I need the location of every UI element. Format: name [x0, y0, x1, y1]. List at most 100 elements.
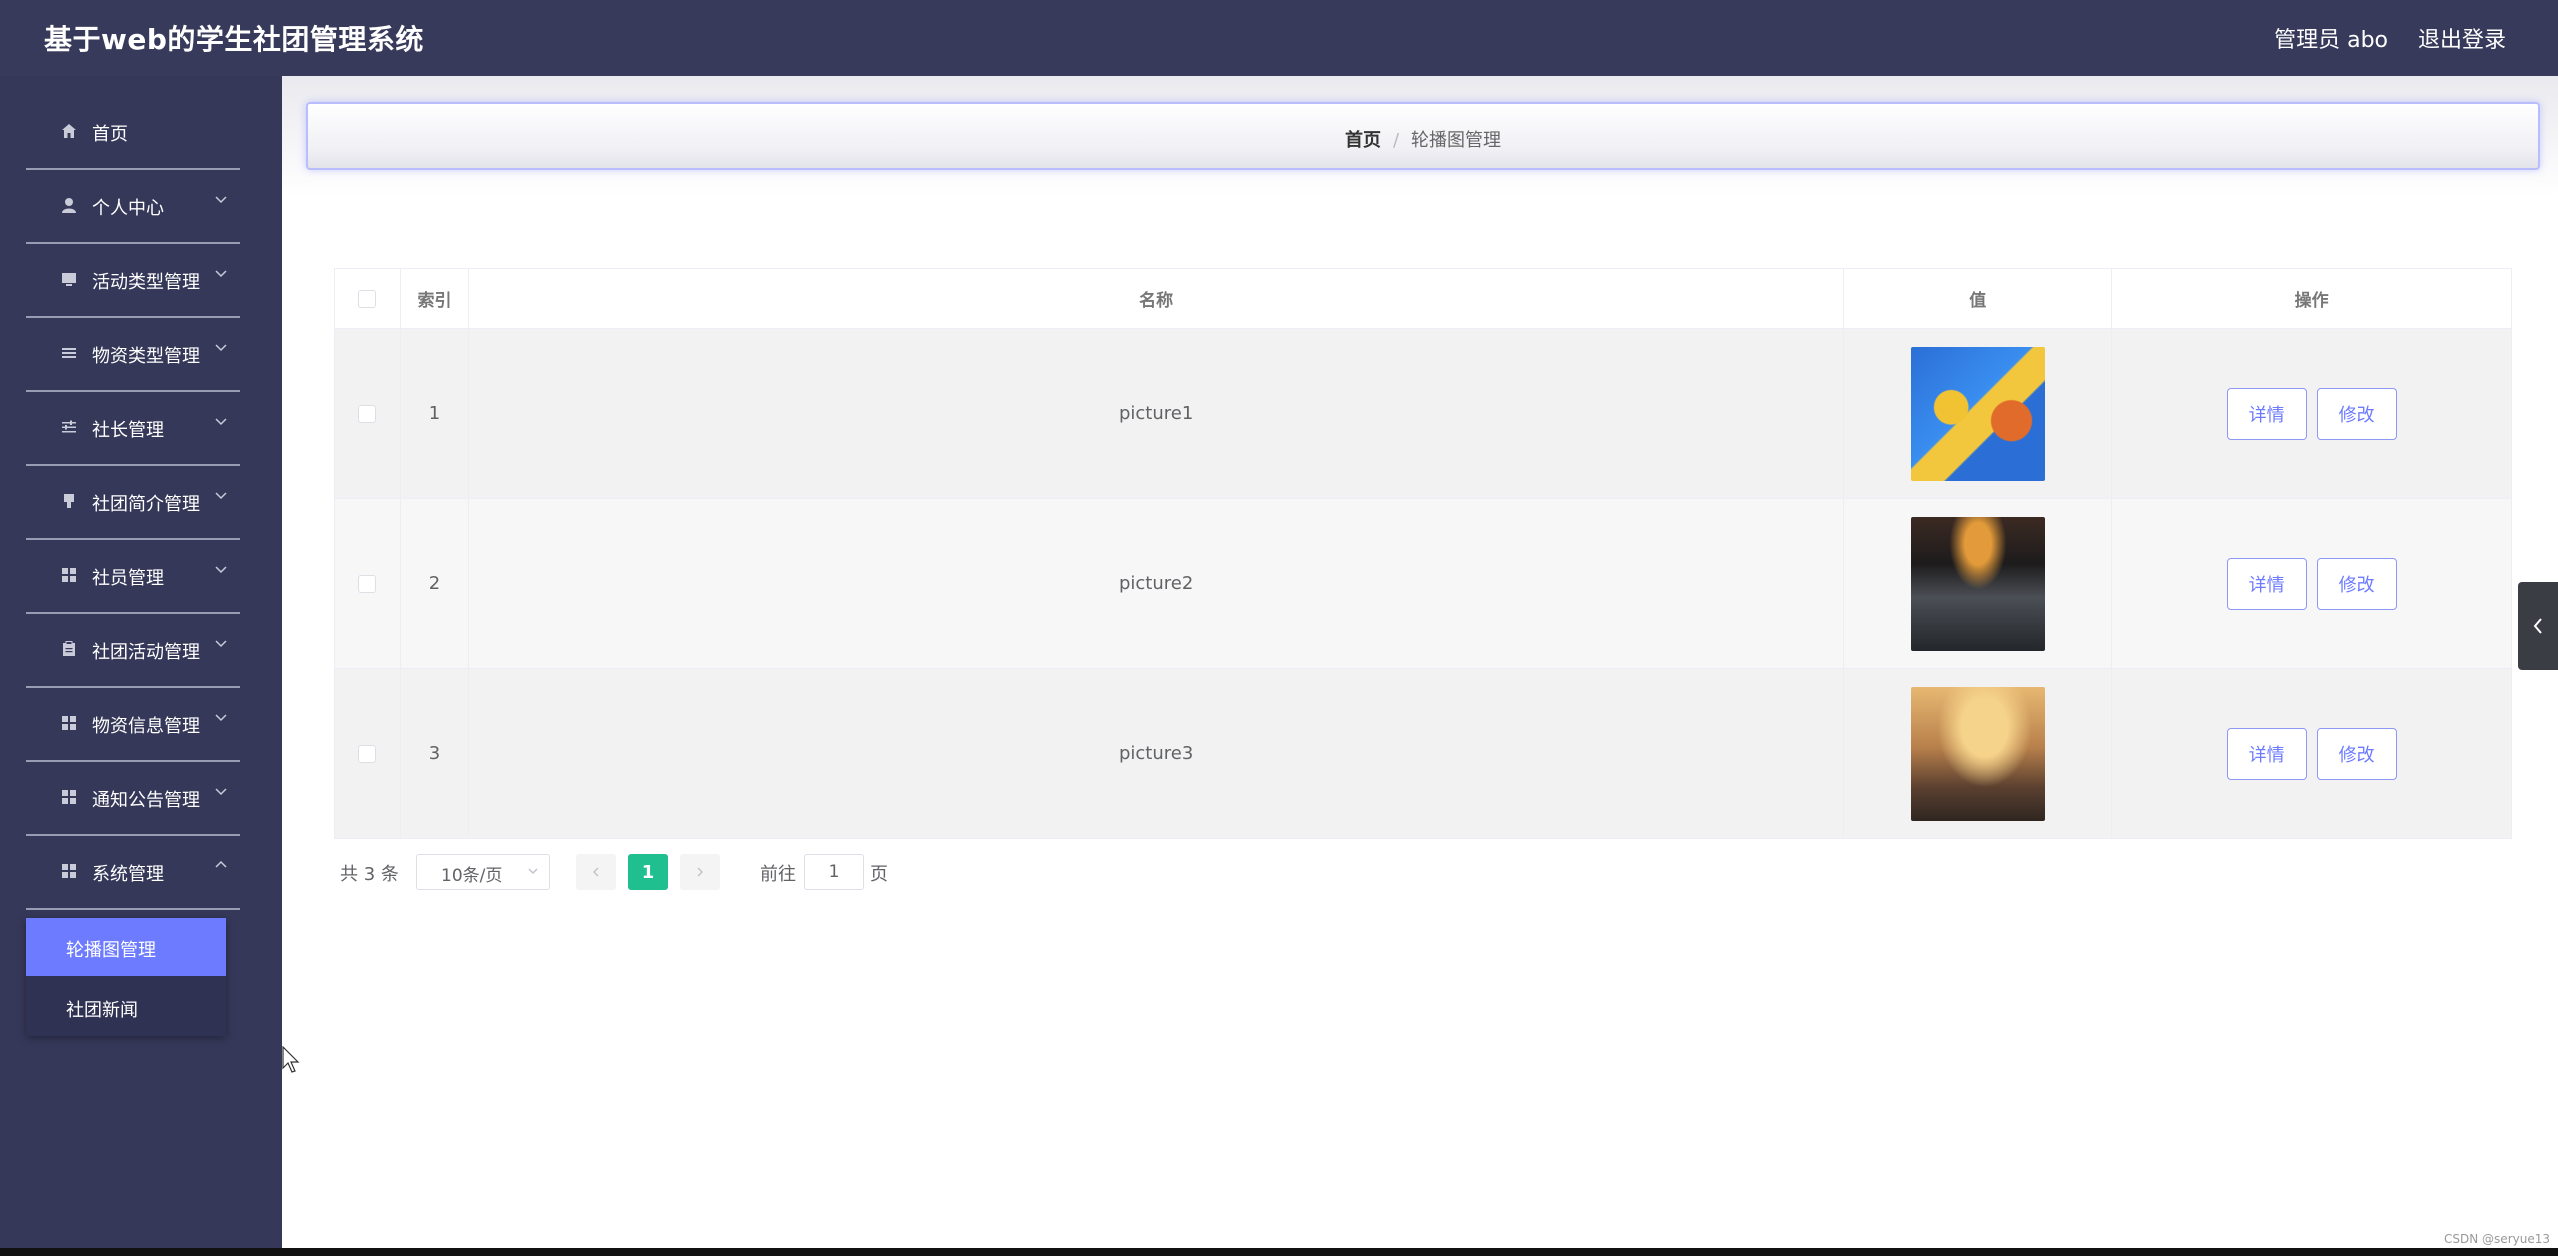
- sidebar-item-label: 物资信息管理: [92, 716, 200, 737]
- row-ops: 详情 修改: [2112, 499, 2512, 669]
- page-number-button[interactable]: 1: [628, 854, 668, 890]
- logout-link[interactable]: 退出登录: [2418, 22, 2506, 54]
- sidebar-item-president[interactable]: 社长管理: [26, 392, 240, 466]
- row-checkbox[interactable]: [358, 404, 377, 423]
- chevron-down-icon: [215, 344, 227, 352]
- table-header: 索引 名称 值 操作: [335, 269, 2512, 329]
- select-all-checkbox[interactable]: [358, 289, 377, 308]
- submenu-item-club-news[interactable]: 社团新闻: [26, 978, 226, 1036]
- row-value-cell: [1844, 499, 2113, 669]
- goto-label: 前往: [760, 864, 796, 885]
- home-icon: [60, 122, 78, 140]
- grid-icon: [60, 788, 78, 806]
- chevron-down-icon: [215, 714, 227, 722]
- submenu-item-carousel[interactable]: 轮播图管理: [26, 918, 226, 976]
- carousel-thumbnail[interactable]: [1910, 346, 2045, 481]
- carousel-table: 索引 名称 值 操作 1 picture1 详情 修改 2 picture2 详…: [334, 268, 2512, 839]
- sidebar-item-club-intro[interactable]: 社团简介管理: [26, 466, 240, 540]
- watermark: CSDN @seryue13: [2444, 1232, 2550, 1246]
- row-checkbox-cell: [335, 669, 401, 839]
- user-icon: [60, 196, 78, 214]
- system-submenu: 轮播图管理 社团新闻: [26, 918, 226, 1036]
- breadcrumb-home[interactable]: 首页: [1345, 130, 1381, 151]
- sidebar-item-club-activity[interactable]: 社团活动管理: [26, 614, 240, 688]
- edit-button[interactable]: 修改: [2316, 557, 2397, 610]
- pagination-total: 共 3 条: [340, 864, 399, 885]
- chevron-down-icon: [215, 788, 227, 796]
- chevron-down-icon: [215, 418, 227, 426]
- sidebar-item-label: 首页: [92, 124, 128, 145]
- breadcrumb-card: 首页 / 轮播图管理: [306, 102, 2540, 170]
- sidebar-item-label: 活动类型管理: [92, 272, 200, 293]
- row-index: 1: [400, 329, 469, 499]
- marker-icon: [60, 492, 78, 510]
- row-checkbox-cell: [335, 329, 401, 499]
- app-title: 基于web的学生社团管理系统: [44, 23, 424, 56]
- side-panel-toggle[interactable]: [2518, 582, 2558, 670]
- goto-page-input[interactable]: [804, 854, 864, 890]
- header-ops: 操作: [2112, 269, 2512, 329]
- prev-page-button[interactable]: [576, 854, 616, 890]
- sidebar-item-label: 物资类型管理: [92, 346, 200, 367]
- header-name: 名称: [468, 269, 1845, 329]
- chevron-down-icon: [215, 270, 227, 278]
- edit-button[interactable]: 修改: [2316, 387, 2397, 440]
- carousel-thumbnail[interactable]: [1910, 516, 2045, 651]
- sidebar-item-personal-center[interactable]: 个人中心: [26, 170, 240, 244]
- submenu-item-label: 轮播图管理: [66, 940, 156, 961]
- page-size-value: 10条/页: [441, 866, 503, 886]
- row-ops: 详情 修改: [2112, 329, 2512, 499]
- row-checkbox[interactable]: [358, 574, 377, 593]
- table-row: 3 picture3 详情 修改: [335, 669, 2512, 839]
- row-value-cell: [1844, 669, 2113, 839]
- sidebar-item-system[interactable]: 系统管理: [26, 836, 240, 910]
- detail-button[interactable]: 详情: [2226, 387, 2307, 440]
- row-index: 2: [400, 499, 469, 669]
- grid-icon: [60, 714, 78, 732]
- breadcrumb-current: 轮播图管理: [1411, 130, 1502, 151]
- sidebar-item-label: 社团活动管理: [92, 642, 200, 663]
- row-checkbox-cell: [335, 499, 401, 669]
- sidebar-item-label: 系统管理: [92, 864, 164, 885]
- sidebar-item-members[interactable]: 社员管理: [26, 540, 240, 614]
- grid-icon: [60, 566, 78, 584]
- sidebar-item-label: 通知公告管理: [92, 790, 200, 811]
- chevron-right-icon: [697, 867, 704, 877]
- sidebar-item-material-type[interactable]: 物资类型管理: [26, 318, 240, 392]
- header-value: 值: [1844, 269, 2113, 329]
- sidebar-item-notice[interactable]: 通知公告管理: [26, 762, 240, 836]
- page-size-select[interactable]: 10条/页: [416, 854, 550, 890]
- admin-user-label: 管理员 abo: [2274, 28, 2388, 53]
- edit-button[interactable]: 修改: [2316, 727, 2397, 780]
- breadcrumb: 首页 / 轮播图管理: [308, 126, 2538, 152]
- row-index: 3: [400, 669, 469, 839]
- chevron-down-icon: [215, 492, 227, 500]
- detail-button[interactable]: 详情: [2226, 557, 2307, 610]
- sidebar-item-label: 个人中心: [92, 198, 164, 219]
- detail-button[interactable]: 详情: [2226, 727, 2307, 780]
- sidebar-item-home[interactable]: 首页: [26, 96, 240, 170]
- header-checkbox-cell: [335, 269, 401, 329]
- sidebar-item-material-info[interactable]: 物资信息管理: [26, 688, 240, 762]
- sliders-icon: [60, 418, 78, 436]
- chevron-down-icon: [215, 640, 227, 648]
- carousel-thumbnail[interactable]: [1910, 686, 2045, 821]
- grid-icon: [60, 862, 78, 880]
- row-name: picture3: [468, 669, 1845, 839]
- next-page-button[interactable]: [680, 854, 720, 890]
- chevron-left-icon: [2533, 618, 2542, 634]
- bottom-strip: [0, 1248, 2558, 1256]
- breadcrumb-separator: /: [1392, 130, 1400, 151]
- top-header: 基于web的学生社团管理系统 管理员 abo 退出登录: [0, 0, 2558, 76]
- submenu-item-label: 社团新闻: [66, 1000, 138, 1021]
- mouse-cursor-icon: [282, 1046, 300, 1073]
- row-ops: 详情 修改: [2112, 669, 2512, 839]
- chevron-down-icon: [528, 868, 538, 875]
- header-index: 索引: [400, 269, 469, 329]
- row-value-cell: [1844, 329, 2113, 499]
- row-checkbox[interactable]: [358, 744, 377, 763]
- clipboard-icon: [60, 640, 78, 658]
- monitor-icon: [60, 270, 78, 288]
- list-icon: [60, 344, 78, 362]
- sidebar-item-activity-type[interactable]: 活动类型管理: [26, 244, 240, 318]
